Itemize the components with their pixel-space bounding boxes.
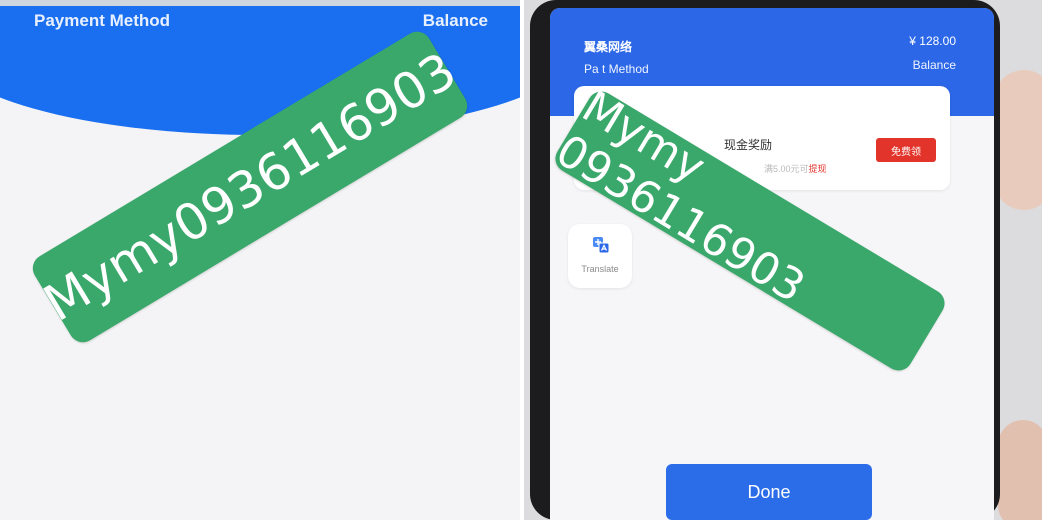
payment-method-label: Pa t Method (584, 62, 649, 76)
reward-condition: 满5.00元可 (764, 164, 809, 174)
claim-button[interactable]: 免费领 (876, 138, 936, 162)
balance-amount: ¥ 128.00 (909, 34, 956, 48)
finger-background (994, 70, 1042, 210)
top-strip (0, 0, 520, 6)
app-name: 翼桑网络 (584, 40, 633, 54)
translate-icon (593, 237, 610, 254)
translate-label: Translate (581, 264, 619, 274)
finger-background (998, 420, 1042, 520)
right-panel: 翼桑网络 ¥ 128.00 Pa t Method Balance 现金奖励 满… (524, 0, 1042, 520)
done-button[interactable]: Done (666, 464, 872, 520)
left-panel: Payment Method Balance Mymy0936116903 (0, 0, 520, 520)
balance-label: Balance (422, 11, 488, 30)
withdraw-link[interactable]: 提现 (809, 164, 827, 174)
translate-button[interactable]: Translate (568, 224, 632, 288)
balance-label: Balance (912, 58, 956, 72)
reward-title: 现金奖励 (724, 138, 773, 152)
payment-method-label: Payment Method (34, 11, 171, 30)
reward-subtitle: 满5.00元可提现 (764, 162, 827, 175)
